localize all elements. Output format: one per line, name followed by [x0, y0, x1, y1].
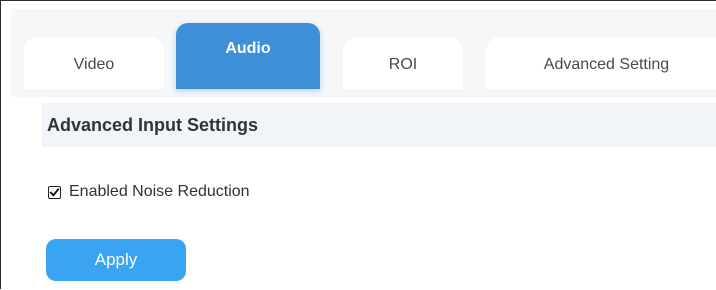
tab-bar: Video Audio ROI Advanced Setting: [11, 9, 716, 97]
tab-advanced-setting[interactable]: Advanced Setting: [486, 37, 716, 89]
tab-video[interactable]: Video: [24, 37, 164, 89]
noise-reduction-checkbox[interactable]: [48, 185, 61, 199]
noise-reduction-label: Enabled Noise Reduction: [69, 183, 250, 200]
apply-button[interactable]: Apply: [46, 239, 186, 281]
noise-reduction-row: Enabled Noise Reduction: [48, 177, 250, 207]
section-title: Advanced Input Settings: [42, 103, 716, 147]
audio-settings-panel: Advanced Input Settings Enabled Noise Re…: [17, 97, 716, 290]
tab-roi[interactable]: ROI: [343, 37, 463, 89]
checkmark-icon: [49, 187, 60, 197]
tab-audio[interactable]: Audio: [176, 23, 320, 89]
settings-frame: Video Audio ROI Advanced Setting Advance…: [0, 0, 716, 290]
